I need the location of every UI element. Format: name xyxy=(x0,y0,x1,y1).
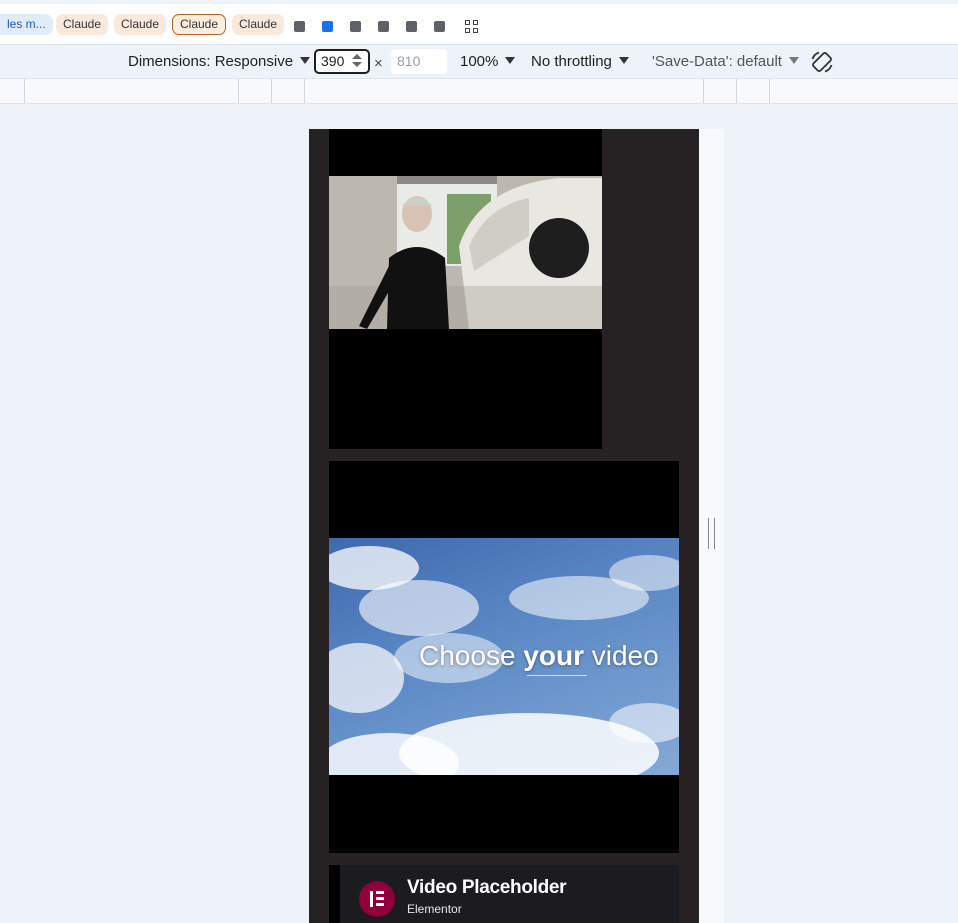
tab-group-bar: les m... Claude Claude Claude Claude xyxy=(0,0,958,45)
video-thumbnail-sky[interactable]: Choose your video xyxy=(329,538,679,775)
times-separator: × xyxy=(374,55,383,72)
video-block-3[interactable]: Video Placeholder Elementor xyxy=(329,865,679,923)
chevron-down-icon xyxy=(618,57,629,64)
tab-group-square-1[interactable] xyxy=(294,21,305,32)
chevron-down-icon xyxy=(788,57,799,64)
zoom-dropdown[interactable]: 100% xyxy=(460,53,516,70)
rotate-icon[interactable] xyxy=(810,50,834,74)
apps-grid-icon[interactable] xyxy=(465,20,479,34)
video-overlay-text: Choose your video xyxy=(419,640,659,671)
viewport-resize-handle[interactable] xyxy=(708,518,715,549)
tab-group-square-3[interactable] xyxy=(350,21,361,32)
height-input[interactable]: 810 xyxy=(391,49,447,74)
throttling-label: No throttling xyxy=(531,53,612,70)
video-placeholder-card[interactable]: Video Placeholder Elementor xyxy=(340,865,679,923)
tab-group-chip-3[interactable]: Claude xyxy=(114,14,167,35)
media-query-ruler[interactable] xyxy=(0,78,958,104)
tab-group-square-4[interactable] xyxy=(378,21,389,32)
tab-group-square-6[interactable] xyxy=(434,21,445,32)
chevron-down-icon xyxy=(300,57,311,64)
height-placeholder: 810 xyxy=(397,53,421,69)
video-block-2[interactable]: Choose your video xyxy=(329,461,679,853)
width-value: 390 xyxy=(321,53,345,69)
video-thumbnail-man-van[interactable] xyxy=(329,176,602,329)
placeholder-subtitle: Elementor xyxy=(407,902,462,916)
placeholder-title: Video Placeholder xyxy=(407,877,567,898)
photo-image xyxy=(329,176,602,329)
device-viewport[interactable]: Choose your video Video Placeholder Elem… xyxy=(309,129,699,923)
tab-group-square-5[interactable] xyxy=(406,21,417,32)
throttling-dropdown[interactable]: No throttling xyxy=(531,53,629,70)
tab-group-chip-2[interactable]: Claude xyxy=(56,14,109,35)
overlay-underline xyxy=(527,675,587,676)
tab-group-chip-1[interactable]: les m... xyxy=(0,14,53,35)
width-input[interactable]: 390 xyxy=(314,49,370,74)
tab-group-chip-5[interactable]: Claude xyxy=(232,14,285,35)
video-block-1[interactable] xyxy=(329,129,602,449)
dimensions-label: Dimensions: Responsive xyxy=(128,53,294,70)
save-data-label: 'Save-Data': default xyxy=(652,53,782,70)
device-toolbar: Dimensions: Responsive 390 × 810 100% No… xyxy=(0,45,958,78)
tab-group-square-2[interactable] xyxy=(322,21,333,32)
stepper-down-icon[interactable] xyxy=(352,62,362,67)
chevron-down-icon xyxy=(505,57,516,64)
zoom-label: 100% xyxy=(460,53,499,70)
elementor-logo-icon xyxy=(359,881,395,917)
save-data-dropdown[interactable]: 'Save-Data': default xyxy=(652,53,799,70)
dimensions-dropdown[interactable]: Dimensions: Responsive xyxy=(128,53,311,70)
stepper-up-icon[interactable] xyxy=(352,54,362,59)
tab-group-chip-4[interactable]: Claude xyxy=(172,14,227,35)
width-stepper[interactable] xyxy=(352,54,362,70)
